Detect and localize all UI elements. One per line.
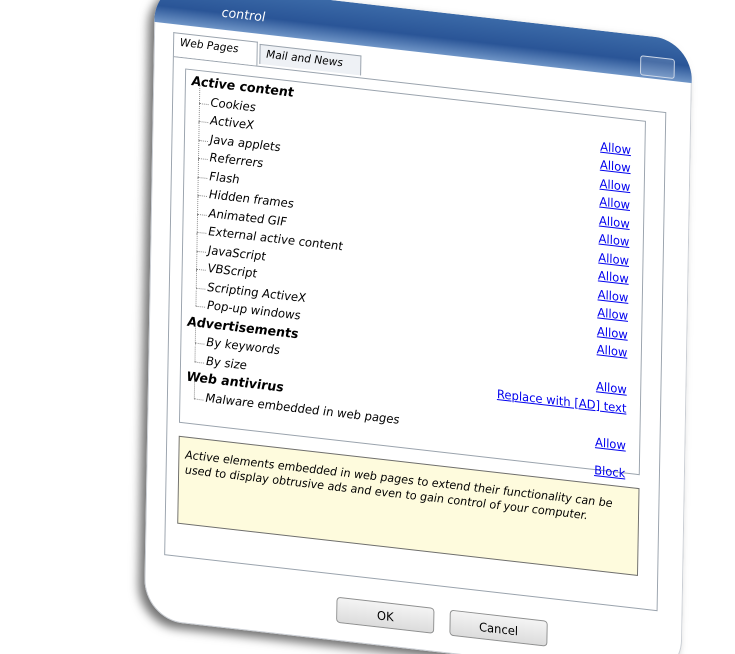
tree-connector bbox=[195, 287, 197, 306]
tree-connector bbox=[198, 120, 209, 124]
action-link[interactable]: Allow bbox=[600, 139, 631, 156]
screenshot-scene: control Web Pages Mail and News Active c… bbox=[0, 0, 735, 654]
tree-connector bbox=[196, 268, 206, 271]
action-link[interactable]: Allow bbox=[600, 158, 631, 175]
cancel-button[interactable]: Cancel bbox=[449, 609, 548, 647]
tree-connector bbox=[194, 324, 197, 343]
tree-connector bbox=[196, 231, 207, 234]
tree-connector bbox=[197, 176, 199, 195]
tree-connector bbox=[198, 157, 208, 161]
tree-connector bbox=[197, 195, 199, 214]
tree-connector bbox=[193, 397, 204, 401]
tree-connector bbox=[195, 269, 198, 288]
tree-connector bbox=[197, 213, 207, 216]
tree-connector bbox=[197, 176, 208, 179]
action-link[interactable]: Allow bbox=[599, 213, 630, 230]
action-link[interactable]: Allow bbox=[598, 250, 629, 267]
tab-panel: Active content Cookies Allow ActiveX Allow Ja… bbox=[164, 56, 667, 612]
window-title: control bbox=[221, 5, 266, 26]
tree-connector bbox=[197, 194, 208, 197]
settings-dialog: control Web Pages Mail and News Active c… bbox=[143, 0, 693, 654]
tree-connector bbox=[194, 342, 205, 345]
action-link[interactable]: Allow bbox=[599, 176, 630, 193]
block-link[interactable]: Block bbox=[594, 463, 625, 481]
tree-connector bbox=[197, 158, 200, 177]
tree-connector bbox=[194, 361, 205, 364]
action-link[interactable]: Allow bbox=[598, 287, 629, 304]
tree-connector bbox=[196, 250, 198, 269]
action-link[interactable]: Allow bbox=[597, 342, 628, 359]
tree-connector bbox=[194, 343, 196, 362]
action-link[interactable]: Allow bbox=[595, 435, 626, 452]
action-link[interactable]: Allow bbox=[598, 232, 629, 249]
tree-connector bbox=[196, 213, 199, 232]
tree-connector bbox=[193, 380, 196, 399]
help-icon[interactable] bbox=[639, 55, 675, 80]
action-link[interactable]: Allow bbox=[596, 379, 627, 396]
tree-connector bbox=[199, 84, 201, 103]
tree-item-label: Flash bbox=[209, 168, 240, 187]
tree-connector bbox=[195, 305, 206, 308]
tree-connector bbox=[198, 139, 200, 159]
tree-connector bbox=[195, 287, 206, 290]
action-link[interactable]: Allow bbox=[597, 305, 628, 322]
tree-connector bbox=[196, 232, 198, 251]
tree-connector bbox=[198, 121, 200, 140]
settings-tree: Active content Cookies Allow ActiveX Allow Ja… bbox=[178, 68, 646, 481]
action-link[interactable]: Allow bbox=[598, 268, 629, 285]
action-link[interactable]: Allow bbox=[597, 324, 628, 341]
action-link[interactable]: Allow bbox=[599, 195, 630, 212]
tree-connector bbox=[196, 250, 207, 253]
tree-connector bbox=[199, 102, 209, 105]
tree-connector bbox=[198, 103, 200, 122]
ok-button[interactable]: OK bbox=[336, 596, 435, 634]
tree-connector bbox=[198, 139, 208, 142]
